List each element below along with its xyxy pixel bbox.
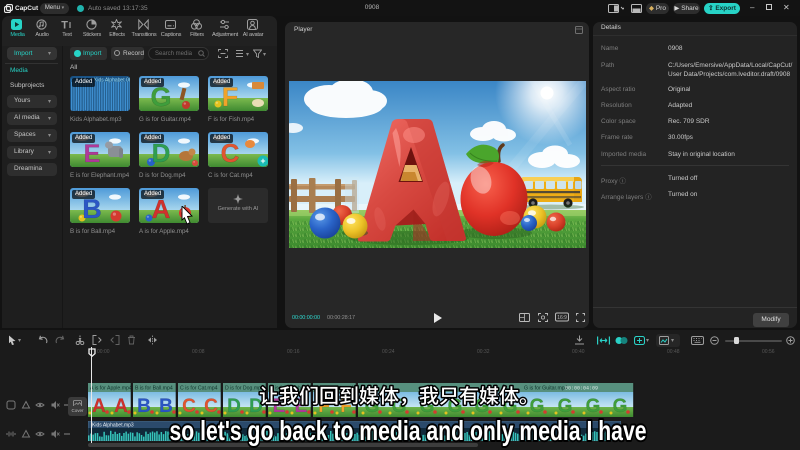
svg-text:C is for Cat.mp4: C is for Cat.mp4 bbox=[180, 386, 218, 392]
svg-text:00:00:04:09: 00:00:04:09 bbox=[565, 386, 598, 392]
svg-text:16:9: 16:9 bbox=[557, 315, 567, 321]
svg-text:Kids Alphabet.mp3: Kids Alphabet.mp3 bbox=[92, 423, 134, 429]
svg-text:A: A bbox=[114, 396, 128, 417]
svg-text:A is for Apple.mp4: A is for Apple.mp4 bbox=[90, 386, 132, 392]
svg-text:B is for Ball.mp4: B is for Ball.mp4 bbox=[135, 386, 173, 392]
svg-text:A: A bbox=[92, 396, 106, 417]
svg-text:so let's go back to media and: so let's go back to media and only media… bbox=[170, 415, 647, 446]
svg-text:B: B bbox=[137, 396, 151, 417]
svg-text:E: E bbox=[84, 140, 101, 167]
svg-text:T: T bbox=[61, 20, 68, 31]
svg-text:Kids Alphabet 08:18: Kids Alphabet 08:18 bbox=[94, 78, 130, 84]
